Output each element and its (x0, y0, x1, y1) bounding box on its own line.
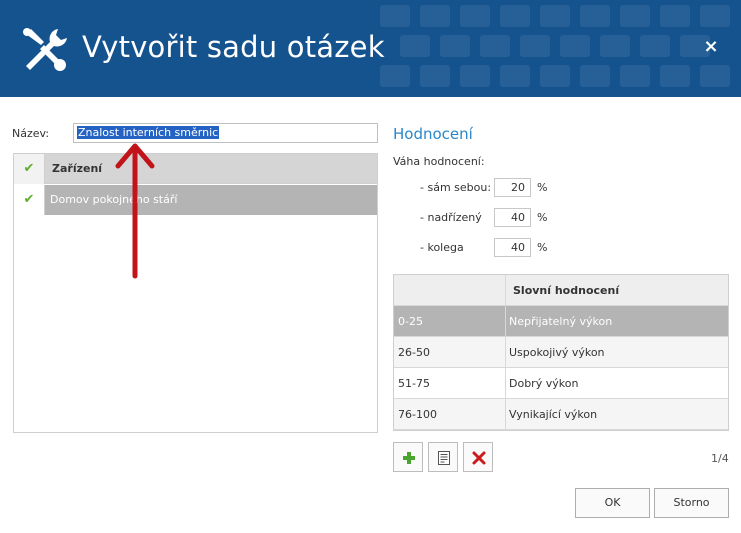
header-pattern (380, 5, 730, 87)
table-row[interactable]: 76-100 Vynikající výkon (394, 399, 728, 430)
weight-label: Váha hodnocení: (393, 155, 485, 168)
select-all-check-icon[interactable]: ✔ (14, 154, 45, 184)
rating-grid-header: Slovní hodnocení (394, 275, 728, 306)
facilities-column-header[interactable]: Zařízení (52, 162, 102, 175)
weight-superior-unit: % (537, 211, 548, 224)
weight-superior-row: - nadřízený 40 % (420, 208, 570, 228)
ok-button[interactable]: OK (575, 488, 650, 518)
table-row[interactable]: 51-75 Dobrý výkon (394, 368, 728, 399)
facilities-grid: ✔ Zařízení ✔ Domov pokojného stáří (13, 153, 378, 433)
plus-icon (403, 452, 415, 464)
dialog-header: Vytvořit sadu otázek × (0, 0, 741, 97)
weight-self-row: - sám sebou: 20 % (420, 178, 570, 198)
rating-range: 76-100 (394, 399, 506, 429)
edit-rating-button[interactable] (428, 442, 458, 472)
row-check-icon[interactable]: ✔ (14, 185, 45, 215)
rating-grid: Slovní hodnocení 0-25 Nepřijatelný výkon… (393, 274, 729, 431)
evaluation-title: Hodnocení (393, 125, 473, 143)
facilities-grid-header: ✔ Zařízení (14, 154, 377, 184)
weight-self-unit: % (537, 181, 548, 194)
add-rating-button[interactable] (393, 442, 423, 472)
weight-colleague-unit: % (537, 241, 548, 254)
verbal-column-header[interactable]: Slovní hodnocení (507, 275, 728, 305)
table-row[interactable]: 0-25 Nepřijatelný výkon (394, 306, 728, 337)
annotation-arrow (115, 143, 155, 279)
pager: 1/4 (711, 452, 729, 465)
rating-text: Nepřijatelný výkon (509, 315, 613, 328)
rating-text: Uspokojivý výkon (509, 346, 605, 359)
rating-text: Vynikající výkon (509, 408, 598, 421)
rating-range: 51-75 (394, 368, 506, 398)
delete-rating-button[interactable] (463, 442, 493, 472)
document-icon (438, 451, 450, 465)
name-label: Název: (12, 127, 50, 140)
rating-range: 26-50 (394, 337, 506, 367)
tools-icon (23, 28, 67, 71)
x-icon (472, 451, 486, 465)
dialog-title: Vytvořit sadu otázek (82, 30, 385, 64)
weight-colleague-input[interactable]: 40 (494, 238, 531, 257)
weight-superior-input[interactable]: 40 (494, 208, 531, 227)
weight-superior-label: - nadřízený (420, 211, 482, 224)
weight-self-input[interactable]: 20 (494, 178, 531, 197)
table-row[interactable]: 26-50 Uspokojivý výkon (394, 337, 728, 368)
rating-text: Dobrý výkon (509, 377, 579, 390)
weight-colleague-label: - kolega (420, 241, 464, 254)
cancel-button[interactable]: Storno (654, 488, 729, 518)
weight-colleague-row: - kolega 40 % (420, 238, 570, 258)
table-row[interactable]: ✔ Domov pokojného stáří (14, 185, 377, 215)
close-icon[interactable]: × (700, 36, 722, 58)
weight-self-label: - sám sebou: (420, 181, 492, 194)
range-column-header[interactable] (394, 275, 506, 305)
rating-range: 0-25 (394, 306, 506, 336)
